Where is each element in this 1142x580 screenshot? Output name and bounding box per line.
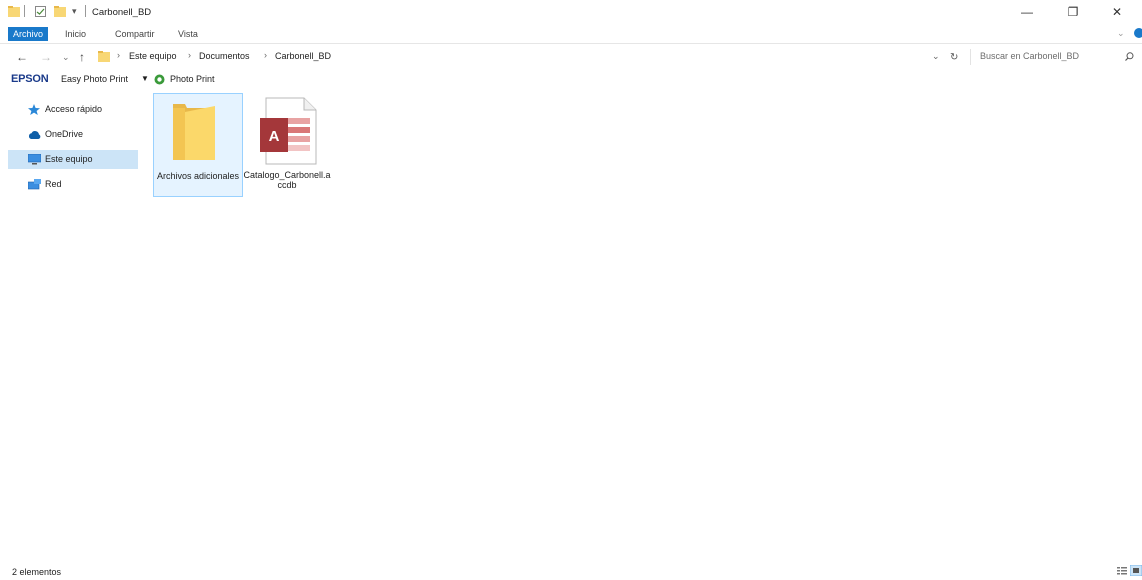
window-title: Carbonell_BD bbox=[92, 7, 152, 18]
sidebar-item-acceso-rapido[interactable]: Acceso rápido bbox=[8, 100, 138, 119]
folder-icon bbox=[98, 51, 110, 62]
file-name: Archivos adicionales bbox=[156, 171, 240, 181]
sidebar-item-label: Red bbox=[45, 179, 62, 189]
forward-arrow-icon[interactable]: → bbox=[40, 50, 52, 64]
new-folder-icon[interactable] bbox=[54, 6, 66, 17]
tab-inicio[interactable]: Inicio bbox=[60, 27, 91, 41]
properties-icon[interactable] bbox=[35, 6, 46, 17]
file-item-folder[interactable]: Archivos adicionales bbox=[153, 93, 243, 197]
breadcrumb-carbonell-bd[interactable]: Carbonell_BD bbox=[275, 51, 331, 61]
back-arrow-icon[interactable]: ← bbox=[16, 50, 28, 64]
breadcrumb-documentos[interactable]: Documentos bbox=[199, 51, 250, 61]
cloud-icon bbox=[28, 131, 41, 139]
folder-icon bbox=[173, 104, 215, 160]
close-button[interactable]: ✕ bbox=[1107, 4, 1127, 20]
sidebar-item-label: Acceso rápido bbox=[45, 104, 103, 114]
search-input[interactable]: Buscar en Carbonell_BD bbox=[980, 51, 1079, 61]
expand-ribbon-icon[interactable]: ⌄ bbox=[1117, 28, 1125, 39]
search-icon[interactable] bbox=[1125, 52, 1134, 61]
file-name: Catalogo_Carbonell.accdb bbox=[243, 170, 331, 190]
epson-logo: EPSON bbox=[11, 73, 49, 85]
sidebar-item-este-equipo[interactable]: Este equipo bbox=[8, 150, 138, 169]
sidebar-item-red[interactable]: Red bbox=[8, 175, 138, 194]
svg-text:A: A bbox=[269, 128, 280, 145]
customize-toolbar-icon[interactable]: ▾ bbox=[72, 6, 77, 17]
epson-toolbar: EPSON Easy Photo Print ▼ Photo Print bbox=[0, 70, 1142, 88]
up-arrow-icon[interactable]: ↑ bbox=[79, 50, 85, 64]
file-item-access-database[interactable]: A Catalogo_Carbonell.accdb bbox=[243, 93, 331, 195]
search-box[interactable]: Buscar en Carbonell_BD bbox=[970, 49, 1141, 65]
tab-archivo[interactable]: Archivo bbox=[8, 27, 49, 41]
tab-compartir[interactable]: Compartir bbox=[110, 27, 160, 41]
divider bbox=[85, 5, 86, 17]
address-bar[interactable]: › Este equipo › Documentos › Carbonell_B… bbox=[96, 49, 942, 65]
refresh-icon[interactable]: ↻ bbox=[950, 52, 958, 63]
minimize-button[interactable]: — bbox=[1017, 4, 1037, 20]
title-bar: ▾ Carbonell_BD — ❐ ✕ bbox=[0, 0, 1142, 24]
star-icon bbox=[28, 104, 40, 115]
divider bbox=[24, 5, 25, 17]
sidebar-item-onedrive[interactable]: OneDrive bbox=[8, 125, 138, 144]
chevron-right-icon[interactable]: › bbox=[264, 50, 267, 60]
computer-icon bbox=[28, 154, 41, 165]
address-row: ← → ⌄ ↑ › Este equipo › Documentos › Car… bbox=[0, 45, 1142, 69]
network-icon bbox=[28, 179, 41, 190]
address-dropdown-icon[interactable]: ⌄ bbox=[932, 51, 940, 62]
large-icons-view-icon[interactable] bbox=[1130, 565, 1142, 576]
access-database-icon: A bbox=[260, 97, 317, 165]
ribbon-tabs: Archivo Inicio Compartir Vista ⌄ bbox=[0, 24, 1142, 44]
help-icon[interactable] bbox=[1134, 28, 1142, 38]
chevron-right-icon[interactable]: › bbox=[188, 50, 191, 60]
dropdown-icon[interactable]: ▼ bbox=[141, 74, 149, 83]
restore-button[interactable]: ❐ bbox=[1063, 4, 1083, 20]
photo-print-icon bbox=[154, 74, 165, 85]
easy-photo-print-button[interactable]: Easy Photo Print bbox=[61, 74, 128, 84]
details-view-icon[interactable] bbox=[1116, 565, 1128, 576]
recent-locations-icon[interactable]: ⌄ bbox=[62, 52, 70, 63]
photo-print-button[interactable]: Photo Print bbox=[170, 74, 215, 84]
folder-icon bbox=[8, 6, 20, 17]
sidebar-item-label: Este equipo bbox=[45, 154, 93, 164]
tab-vista[interactable]: Vista bbox=[173, 27, 203, 41]
sidebar-item-label: OneDrive bbox=[45, 129, 84, 139]
status-item-count: 2 elementos bbox=[12, 567, 62, 577]
chevron-right-icon[interactable]: › bbox=[117, 50, 120, 60]
breadcrumb-este-equipo[interactable]: Este equipo bbox=[129, 51, 177, 61]
